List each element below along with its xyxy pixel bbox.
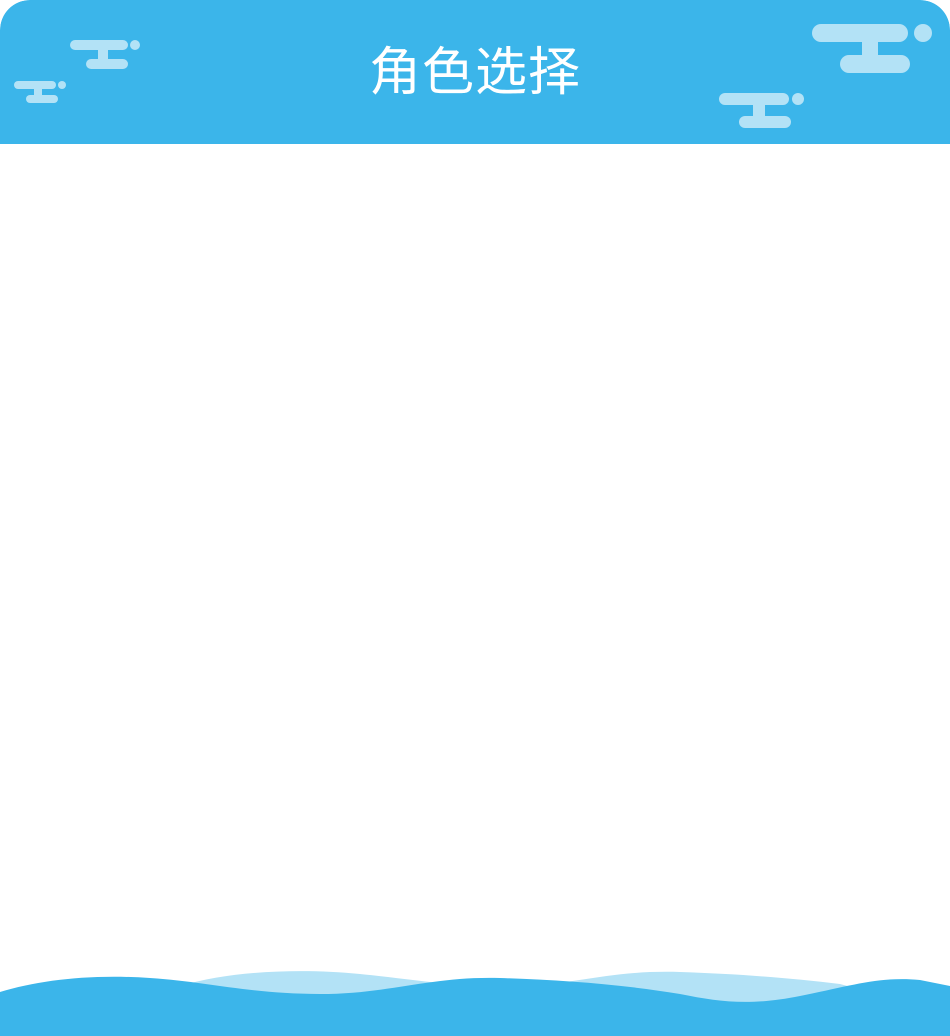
dialog-title: 角色选择 [368, 43, 581, 103]
role-selection-dialog: 角色选择 [0, 0, 950, 1036]
wave-icon [0, 971, 950, 1036]
dialog-header: 角色选择 [0, 0, 950, 144]
role-list-area [0, 144, 950, 974]
